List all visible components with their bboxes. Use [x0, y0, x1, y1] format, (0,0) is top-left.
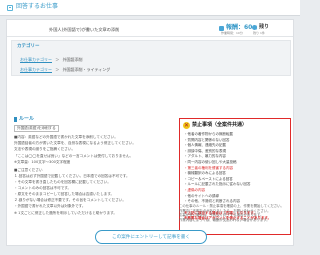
- rules-box-label: 外国語(英語)を添削する: [14, 125, 59, 132]
- coin-icon: [219, 25, 224, 31]
- rules-heading-label: ルール: [19, 116, 35, 122]
- forbidden-item: ・個人情報、連絡先の記載: [184, 143, 226, 148]
- rules-line: ・原文をそのままコピーして回答した場合は否認いたします。: [14, 191, 115, 196]
- remaining-count: 残り 1件: [253, 31, 265, 35]
- job-title: 外国人(外国語で)が書いた文章の添削: [49, 27, 120, 32]
- forbidden-item: ・質問内容と関係のない回答: [184, 137, 230, 142]
- job-card: 外国人(外国語で)が書いた文章の添削 報酬：60 円 残り 作業時間：10分 残…: [6, 19, 294, 246]
- forbidden-item-red: ・虚偽の内容: [184, 188, 205, 193]
- forbidden-item: ・ルールに記載された指示に従わない回答: [184, 182, 251, 187]
- rules-line: 文法や表現の誤りをご指摘ください。: [14, 146, 76, 151]
- forbidden-item: ・同一内容の使い回しや大量投稿: [184, 160, 237, 165]
- rules-line: ■内容：英語などの外国語で書かれた文章を添削してください。: [14, 134, 118, 139]
- document-icon: [7, 4, 13, 11]
- forbidden-item: ・コピー＆ペーストによる回答: [184, 176, 233, 181]
- category-value-2: 外国語添削・ライティング: [62, 67, 111, 72]
- forbidden-item-red: ・第三者の権利を侵害する内容: [184, 165, 233, 170]
- bottom-note: この仕事のルール・禁止事項を確認の上、作業を開始してください。 作業中に不明な点…: [179, 204, 291, 222]
- rules-line: 外国語話者の方が書いた文章を、自然な表現になるよう修正してください。: [14, 140, 136, 145]
- page-title: 回答するお仕事: [16, 3, 59, 11]
- category-heading: カテゴリー: [17, 44, 40, 49]
- remaining-label: 残り: [259, 24, 270, 30]
- rules-line: ・コメントのみの回答は不可です。: [14, 185, 72, 190]
- category-separator: ＞: [55, 67, 60, 72]
- rules-line: 「ここは◯◯を直せば良い」などの一言コメントは受付しておりません。: [14, 154, 134, 159]
- category-link-2[interactable]: お仕事カテゴリー: [20, 67, 52, 72]
- forbidden-item: ・機械翻訳のみによる回答: [184, 171, 226, 176]
- bottom-note-line: 作業内容によっては、報酬が支払われない場合があります。: [179, 217, 270, 222]
- forbidden-item: ・誹謗中傷、差別的な表現: [184, 148, 226, 153]
- category-value-1: 外国語添削: [62, 57, 83, 62]
- category-line-2: お仕事カテゴリー ＞ 外国語添削・ライティング: [20, 67, 110, 72]
- category-line-1: お仕事カテゴリー ＞ 外国語添削: [20, 57, 83, 62]
- rules-line: ※ 1文ごとに修正した箇所を明示していただけると助かります。: [14, 211, 118, 216]
- category-link-1[interactable]: お仕事カテゴリー: [20, 57, 52, 62]
- forbidden-list: ・他者の著作物からの無断転載 ・質問内容と関係のない回答 ・個人情報、連絡先の記…: [184, 132, 288, 205]
- category-box: カテゴリー お仕事カテゴリー ＞ 外国語添削 お仕事カテゴリー ＞ 外国語添削・…: [11, 40, 291, 76]
- forbidden-heading-label: 禁止事項（全案件共通）: [192, 122, 248, 129]
- page-header: 回答するお仕事: [0, 0, 300, 16]
- rules-line: ■ご注意ください: [14, 167, 43, 172]
- rules-line: ・その文章を書き直したものを回答欄に記載してください。: [14, 179, 111, 184]
- section-marker-icon: [14, 116, 17, 122]
- bottom-note-line: この仕事のルール・禁止事項を確認の上、作業を開始してください。: [179, 204, 284, 208]
- remaining-badge: 残り: [252, 24, 269, 31]
- job-summary-row: 外国人(外国語で)が書いた文章の添削 報酬：60 円 残り 作業時間：10分 残…: [7, 20, 293, 37]
- forbidden-item: ・他者の著作物からの無断転載: [184, 132, 233, 136]
- forbidden-item: ・アダルト、暴力的な内容: [184, 154, 226, 159]
- rules-line: ・外国語で書かれた文章以外は対象外です。: [14, 203, 86, 208]
- rules-line: ※文章量：100文字〜300文字程度: [14, 160, 71, 165]
- rules-heading: ルール: [14, 116, 34, 123]
- entry-button[interactable]: この案件にエントリーして記事を書く: [95, 230, 207, 244]
- clock-icon: [252, 24, 257, 30]
- prohibited-icon: ✕: [183, 122, 190, 129]
- rules-line: １.回答は必ず外国語で記載してください。日本語での回答は不可です。: [14, 173, 130, 178]
- forbidden-item: ・他のサイトへの誘導: [184, 193, 219, 198]
- category-separator: ＞: [55, 57, 60, 62]
- rules-line: ２.誤りがない場合は修正不要です。その旨をコメントしてください。: [14, 197, 126, 202]
- work-time: 作業時間：10分: [221, 31, 243, 35]
- rules-body: 外国語(英語)を添削する ■内容：英語などの外国語で書かれた文章を添削してくださ…: [14, 125, 174, 217]
- forbidden-heading: ✕ 禁止事項（全案件共通）: [183, 122, 247, 129]
